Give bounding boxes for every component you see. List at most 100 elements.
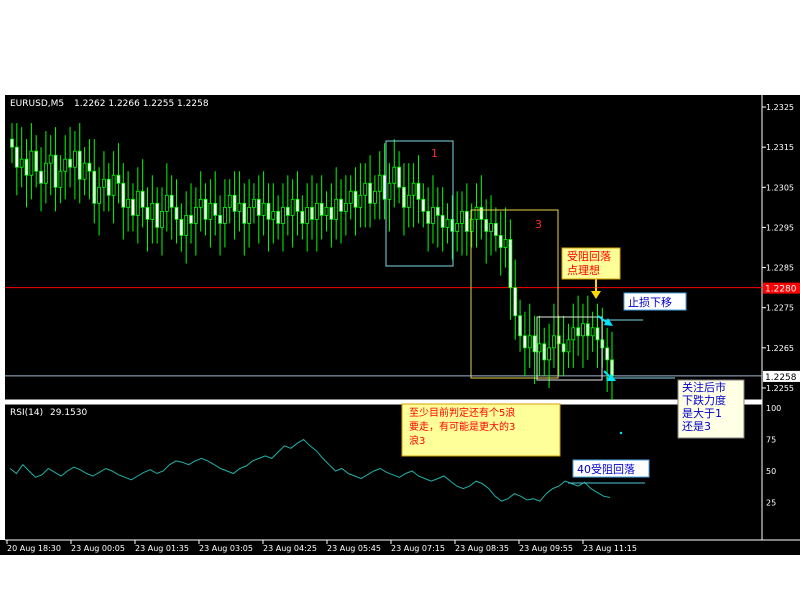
candle-body[interactable] (24, 158, 29, 176)
candle-body[interactable] (576, 327, 581, 337)
candle-body[interactable] (252, 198, 256, 208)
chart-window[interactable]: EURUSD,M5 1.2262 1.2266 1.2255 1.2258 RS… (0, 95, 800, 555)
candle-body[interactable] (479, 206, 484, 220)
candle-body[interactable] (329, 206, 334, 220)
candle-body[interactable] (189, 214, 193, 224)
candle-body[interactable] (435, 206, 440, 216)
candle-body[interactable] (605, 347, 610, 361)
candle-body[interactable] (295, 198, 300, 212)
candle-body[interactable] (193, 206, 198, 224)
candle-body[interactable] (14, 146, 19, 168)
candle-body[interactable] (595, 327, 600, 341)
candle-body[interactable] (464, 210, 469, 232)
candle-body[interactable] (261, 202, 266, 216)
candle-body[interactable] (392, 166, 397, 184)
candle-body[interactable] (271, 210, 276, 220)
candle-body[interactable] (571, 327, 576, 341)
candle-body[interactable] (474, 206, 479, 220)
candle-body[interactable] (92, 170, 97, 204)
candle-body[interactable] (87, 162, 92, 172)
candle-body[interactable] (290, 198, 295, 216)
candle-body[interactable] (164, 194, 169, 212)
candle-body[interactable] (53, 154, 58, 188)
candle-body[interactable] (503, 239, 508, 248)
candle-body[interactable] (406, 194, 411, 208)
candle-body[interactable] (150, 202, 155, 220)
candle-body[interactable] (300, 210, 305, 224)
candle-body[interactable] (585, 323, 590, 337)
price-panel[interactable] (5, 95, 762, 400)
candle-body[interactable] (126, 198, 131, 208)
candle-body[interactable] (358, 194, 363, 208)
candle-body[interactable] (508, 239, 513, 289)
candle-body[interactable] (169, 194, 174, 208)
candle-body[interactable] (97, 186, 101, 204)
candle-body[interactable] (343, 202, 348, 212)
candle-body[interactable] (431, 206, 435, 224)
candle-body[interactable] (237, 202, 242, 212)
candle-body[interactable] (29, 150, 34, 176)
candle-body[interactable] (131, 198, 135, 216)
candle-body[interactable] (445, 219, 450, 228)
candle-body[interactable] (532, 335, 537, 353)
candle-body[interactable] (227, 194, 232, 208)
candle-body[interactable] (160, 210, 164, 228)
candle-body[interactable] (416, 182, 421, 200)
candle-body[interactable] (184, 214, 189, 236)
candle-body[interactable] (513, 287, 518, 317)
candle-body[interactable] (590, 327, 595, 337)
candle-body[interactable] (310, 206, 314, 220)
candle-body[interactable] (348, 190, 353, 204)
candle-body[interactable] (484, 219, 489, 232)
candle-body[interactable] (334, 198, 339, 220)
candle-body[interactable] (116, 174, 121, 184)
candle-body[interactable] (281, 206, 285, 224)
candle-body[interactable] (232, 194, 237, 212)
candle-body[interactable] (305, 206, 310, 224)
candle-body[interactable] (135, 190, 140, 216)
candle-body[interactable] (48, 154, 53, 164)
candle-body[interactable] (102, 178, 106, 188)
candle-body[interactable] (460, 210, 464, 224)
candle-body[interactable] (63, 158, 68, 172)
candle-body[interactable] (440, 214, 445, 228)
candle-body[interactable] (242, 202, 247, 224)
candle-body[interactable] (368, 182, 372, 204)
candle-body[interactable] (397, 166, 401, 188)
candle-body[interactable] (10, 138, 14, 148)
candle-body[interactable] (610, 359, 614, 377)
candle-body[interactable] (552, 335, 556, 349)
candle-body[interactable] (43, 162, 48, 184)
candle-body[interactable] (426, 210, 431, 224)
candle-body[interactable] (285, 206, 290, 216)
candle-body[interactable] (489, 223, 493, 232)
candle-body[interactable] (145, 206, 150, 220)
candle-body[interactable] (179, 219, 184, 236)
candle-body[interactable] (319, 202, 324, 216)
candle-body[interactable] (111, 174, 116, 196)
candle-body[interactable] (174, 206, 179, 220)
candle-body[interactable] (314, 202, 319, 220)
candle-body[interactable] (213, 202, 218, 216)
candle-body[interactable] (527, 335, 532, 349)
candle-body[interactable] (198, 198, 203, 208)
candle-body[interactable] (82, 162, 87, 180)
candle-body[interactable] (421, 198, 426, 212)
candle-body[interactable] (547, 347, 551, 361)
candle-body[interactable] (39, 170, 43, 184)
candle-body[interactable] (402, 186, 406, 208)
candle-body[interactable] (58, 170, 63, 188)
candle-body[interactable] (77, 150, 82, 180)
candle-body[interactable] (121, 182, 126, 208)
candle-body[interactable] (208, 202, 213, 220)
candle-body[interactable] (223, 206, 227, 224)
candle-body[interactable] (140, 190, 145, 208)
candle-body[interactable] (537, 343, 542, 353)
candle-body[interactable] (373, 190, 377, 204)
candle-body[interactable] (155, 202, 160, 228)
candle-body[interactable] (34, 150, 39, 172)
candle-body[interactable] (106, 178, 111, 196)
candle-body[interactable] (561, 343, 566, 353)
candle-body[interactable] (73, 150, 77, 168)
candle-body[interactable] (19, 158, 24, 168)
